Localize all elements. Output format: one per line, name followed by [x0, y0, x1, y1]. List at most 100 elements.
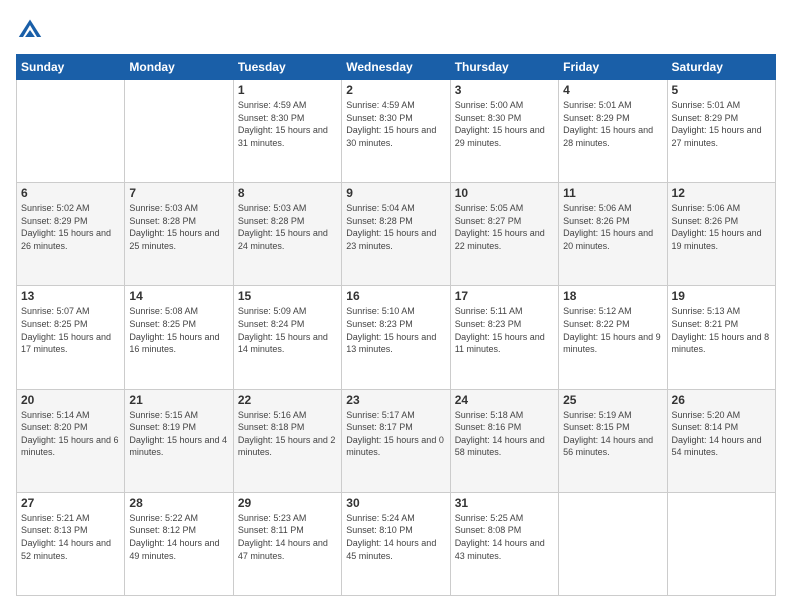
- header-cell-monday: Monday: [125, 55, 233, 80]
- week-row-3: 20 Sunrise: 5:14 AM Sunset: 8:20 PM Dayli…: [17, 389, 776, 492]
- day-cell: 25 Sunrise: 5:19 AM Sunset: 8:15 PM Dayli…: [559, 389, 667, 492]
- day-cell: 21 Sunrise: 5:15 AM Sunset: 8:19 PM Dayli…: [125, 389, 233, 492]
- day-number: 11: [563, 186, 662, 200]
- week-row-2: 13 Sunrise: 5:07 AM Sunset: 8:25 PM Dayli…: [17, 286, 776, 389]
- day-info: Sunrise: 5:25 AM Sunset: 8:08 PM Dayligh…: [455, 512, 554, 562]
- day-number: 30: [346, 496, 445, 510]
- day-info: Sunrise: 5:11 AM Sunset: 8:23 PM Dayligh…: [455, 305, 554, 355]
- day-number: 16: [346, 289, 445, 303]
- calendar-header: SundayMondayTuesdayWednesdayThursdayFrid…: [17, 55, 776, 80]
- day-cell: 19 Sunrise: 5:13 AM Sunset: 8:21 PM Dayli…: [667, 286, 775, 389]
- day-cell: [125, 80, 233, 183]
- day-cell: 2Sunrise: 4:59 AM Sunset: 8:30 PM Daylig…: [342, 80, 450, 183]
- day-info: Sunrise: 5:02 AM Sunset: 8:29 PM Dayligh…: [21, 202, 120, 252]
- day-cell: 22Sunrise: 5:16 AM Sunset: 8:18 PM Dayli…: [233, 389, 341, 492]
- day-info: Sunrise: 5:19 AM Sunset: 8:15 PM Dayligh…: [563, 409, 662, 459]
- day-info: Sunrise: 5:17 AM Sunset: 8:17 PM Dayligh…: [346, 409, 445, 459]
- day-info: Sunrise: 5:00 AM Sunset: 8:30 PM Dayligh…: [455, 99, 554, 149]
- day-number: 6: [21, 186, 120, 200]
- day-number: 17: [455, 289, 554, 303]
- day-number: 22: [238, 393, 337, 407]
- day-info: Sunrise: 5:14 AM Sunset: 8:20 PM Dayligh…: [21, 409, 120, 459]
- day-info: Sunrise: 5:21 AM Sunset: 8:13 PM Dayligh…: [21, 512, 120, 562]
- day-cell: 6 Sunrise: 5:02 AM Sunset: 8:29 PM Daylig…: [17, 183, 125, 286]
- day-cell: 16 Sunrise: 5:10 AM Sunset: 8:23 PM Dayli…: [342, 286, 450, 389]
- day-info: Sunrise: 5:13 AM Sunset: 8:21 PM Dayligh…: [672, 305, 771, 355]
- day-info: Sunrise: 5:22 AM Sunset: 8:12 PM Dayligh…: [129, 512, 228, 562]
- day-number: 23: [346, 393, 445, 407]
- day-number: 21: [129, 393, 228, 407]
- logo: [16, 16, 48, 44]
- day-cell: 4Sunrise: 5:01 AM Sunset: 8:29 PM Daylig…: [559, 80, 667, 183]
- logo-icon: [16, 16, 44, 44]
- day-info: Sunrise: 5:06 AM Sunset: 8:26 PM Dayligh…: [563, 202, 662, 252]
- day-number: 13: [21, 289, 120, 303]
- day-cell: 24 Sunrise: 5:18 AM Sunset: 8:16 PM Dayli…: [450, 389, 558, 492]
- day-cell: 30 Sunrise: 5:24 AM Sunset: 8:10 PM Dayli…: [342, 492, 450, 595]
- calendar-body: 1Sunrise: 4:59 AM Sunset: 8:30 PM Daylig…: [17, 80, 776, 596]
- day-number: 10: [455, 186, 554, 200]
- day-cell: 9Sunrise: 5:04 AM Sunset: 8:28 PM Daylig…: [342, 183, 450, 286]
- week-row-1: 6 Sunrise: 5:02 AM Sunset: 8:29 PM Daylig…: [17, 183, 776, 286]
- day-number: 24: [455, 393, 554, 407]
- day-cell: 23 Sunrise: 5:17 AM Sunset: 8:17 PM Dayli…: [342, 389, 450, 492]
- header-cell-thursday: Thursday: [450, 55, 558, 80]
- day-cell: 12 Sunrise: 5:06 AM Sunset: 8:26 PM Dayli…: [667, 183, 775, 286]
- day-info: Sunrise: 5:09 AM Sunset: 8:24 PM Dayligh…: [238, 305, 337, 355]
- header-cell-wednesday: Wednesday: [342, 55, 450, 80]
- day-info: Sunrise: 5:05 AM Sunset: 8:27 PM Dayligh…: [455, 202, 554, 252]
- day-number: 2: [346, 83, 445, 97]
- day-number: 25: [563, 393, 662, 407]
- day-cell: [559, 492, 667, 595]
- day-info: Sunrise: 5:15 AM Sunset: 8:19 PM Dayligh…: [129, 409, 228, 459]
- day-cell: [17, 80, 125, 183]
- day-cell: 28 Sunrise: 5:22 AM Sunset: 8:12 PM Dayli…: [125, 492, 233, 595]
- day-number: 27: [21, 496, 120, 510]
- day-cell: 8Sunrise: 5:03 AM Sunset: 8:28 PM Daylig…: [233, 183, 341, 286]
- day-number: 26: [672, 393, 771, 407]
- day-info: Sunrise: 5:04 AM Sunset: 8:28 PM Dayligh…: [346, 202, 445, 252]
- header-row: SundayMondayTuesdayWednesdayThursdayFrid…: [17, 55, 776, 80]
- day-cell: 10 Sunrise: 5:05 AM Sunset: 8:27 PM Dayli…: [450, 183, 558, 286]
- day-number: 29: [238, 496, 337, 510]
- day-cell: 29 Sunrise: 5:23 AM Sunset: 8:11 PM Dayli…: [233, 492, 341, 595]
- day-cell: 31Sunrise: 5:25 AM Sunset: 8:08 PM Dayli…: [450, 492, 558, 595]
- day-info: Sunrise: 5:18 AM Sunset: 8:16 PM Dayligh…: [455, 409, 554, 459]
- day-info: Sunrise: 5:01 AM Sunset: 8:29 PM Dayligh…: [672, 99, 771, 149]
- day-number: 3: [455, 83, 554, 97]
- day-number: 5: [672, 83, 771, 97]
- day-info: Sunrise: 5:20 AM Sunset: 8:14 PM Dayligh…: [672, 409, 771, 459]
- day-info: Sunrise: 5:12 AM Sunset: 8:22 PM Dayligh…: [563, 305, 662, 355]
- day-cell: 17 Sunrise: 5:11 AM Sunset: 8:23 PM Dayli…: [450, 286, 558, 389]
- day-number: 14: [129, 289, 228, 303]
- day-cell: 20 Sunrise: 5:14 AM Sunset: 8:20 PM Dayli…: [17, 389, 125, 492]
- day-cell: 15 Sunrise: 5:09 AM Sunset: 8:24 PM Dayli…: [233, 286, 341, 389]
- day-info: Sunrise: 5:23 AM Sunset: 8:11 PM Dayligh…: [238, 512, 337, 562]
- day-cell: [667, 492, 775, 595]
- day-cell: 1Sunrise: 4:59 AM Sunset: 8:30 PM Daylig…: [233, 80, 341, 183]
- day-cell: 18 Sunrise: 5:12 AM Sunset: 8:22 PM Dayli…: [559, 286, 667, 389]
- week-row-0: 1Sunrise: 4:59 AM Sunset: 8:30 PM Daylig…: [17, 80, 776, 183]
- day-info: Sunrise: 5:10 AM Sunset: 8:23 PM Dayligh…: [346, 305, 445, 355]
- day-number: 19: [672, 289, 771, 303]
- day-cell: 14Sunrise: 5:08 AM Sunset: 8:25 PM Dayli…: [125, 286, 233, 389]
- page: SundayMondayTuesdayWednesdayThursdayFrid…: [0, 0, 792, 612]
- day-info: Sunrise: 5:06 AM Sunset: 8:26 PM Dayligh…: [672, 202, 771, 252]
- header-cell-tuesday: Tuesday: [233, 55, 341, 80]
- day-number: 4: [563, 83, 662, 97]
- day-info: Sunrise: 5:07 AM Sunset: 8:25 PM Dayligh…: [21, 305, 120, 355]
- day-number: 15: [238, 289, 337, 303]
- day-cell: 5 Sunrise: 5:01 AM Sunset: 8:29 PM Daylig…: [667, 80, 775, 183]
- day-number: 28: [129, 496, 228, 510]
- day-cell: 3 Sunrise: 5:00 AM Sunset: 8:30 PM Daylig…: [450, 80, 558, 183]
- day-cell: 11 Sunrise: 5:06 AM Sunset: 8:26 PM Dayli…: [559, 183, 667, 286]
- day-number: 20: [21, 393, 120, 407]
- header-cell-saturday: Saturday: [667, 55, 775, 80]
- header-cell-friday: Friday: [559, 55, 667, 80]
- calendar-table: SundayMondayTuesdayWednesdayThursdayFrid…: [16, 54, 776, 596]
- day-number: 18: [563, 289, 662, 303]
- day-info: Sunrise: 5:24 AM Sunset: 8:10 PM Dayligh…: [346, 512, 445, 562]
- day-number: 12: [672, 186, 771, 200]
- day-number: 7: [129, 186, 228, 200]
- day-info: Sunrise: 4:59 AM Sunset: 8:30 PM Dayligh…: [238, 99, 337, 149]
